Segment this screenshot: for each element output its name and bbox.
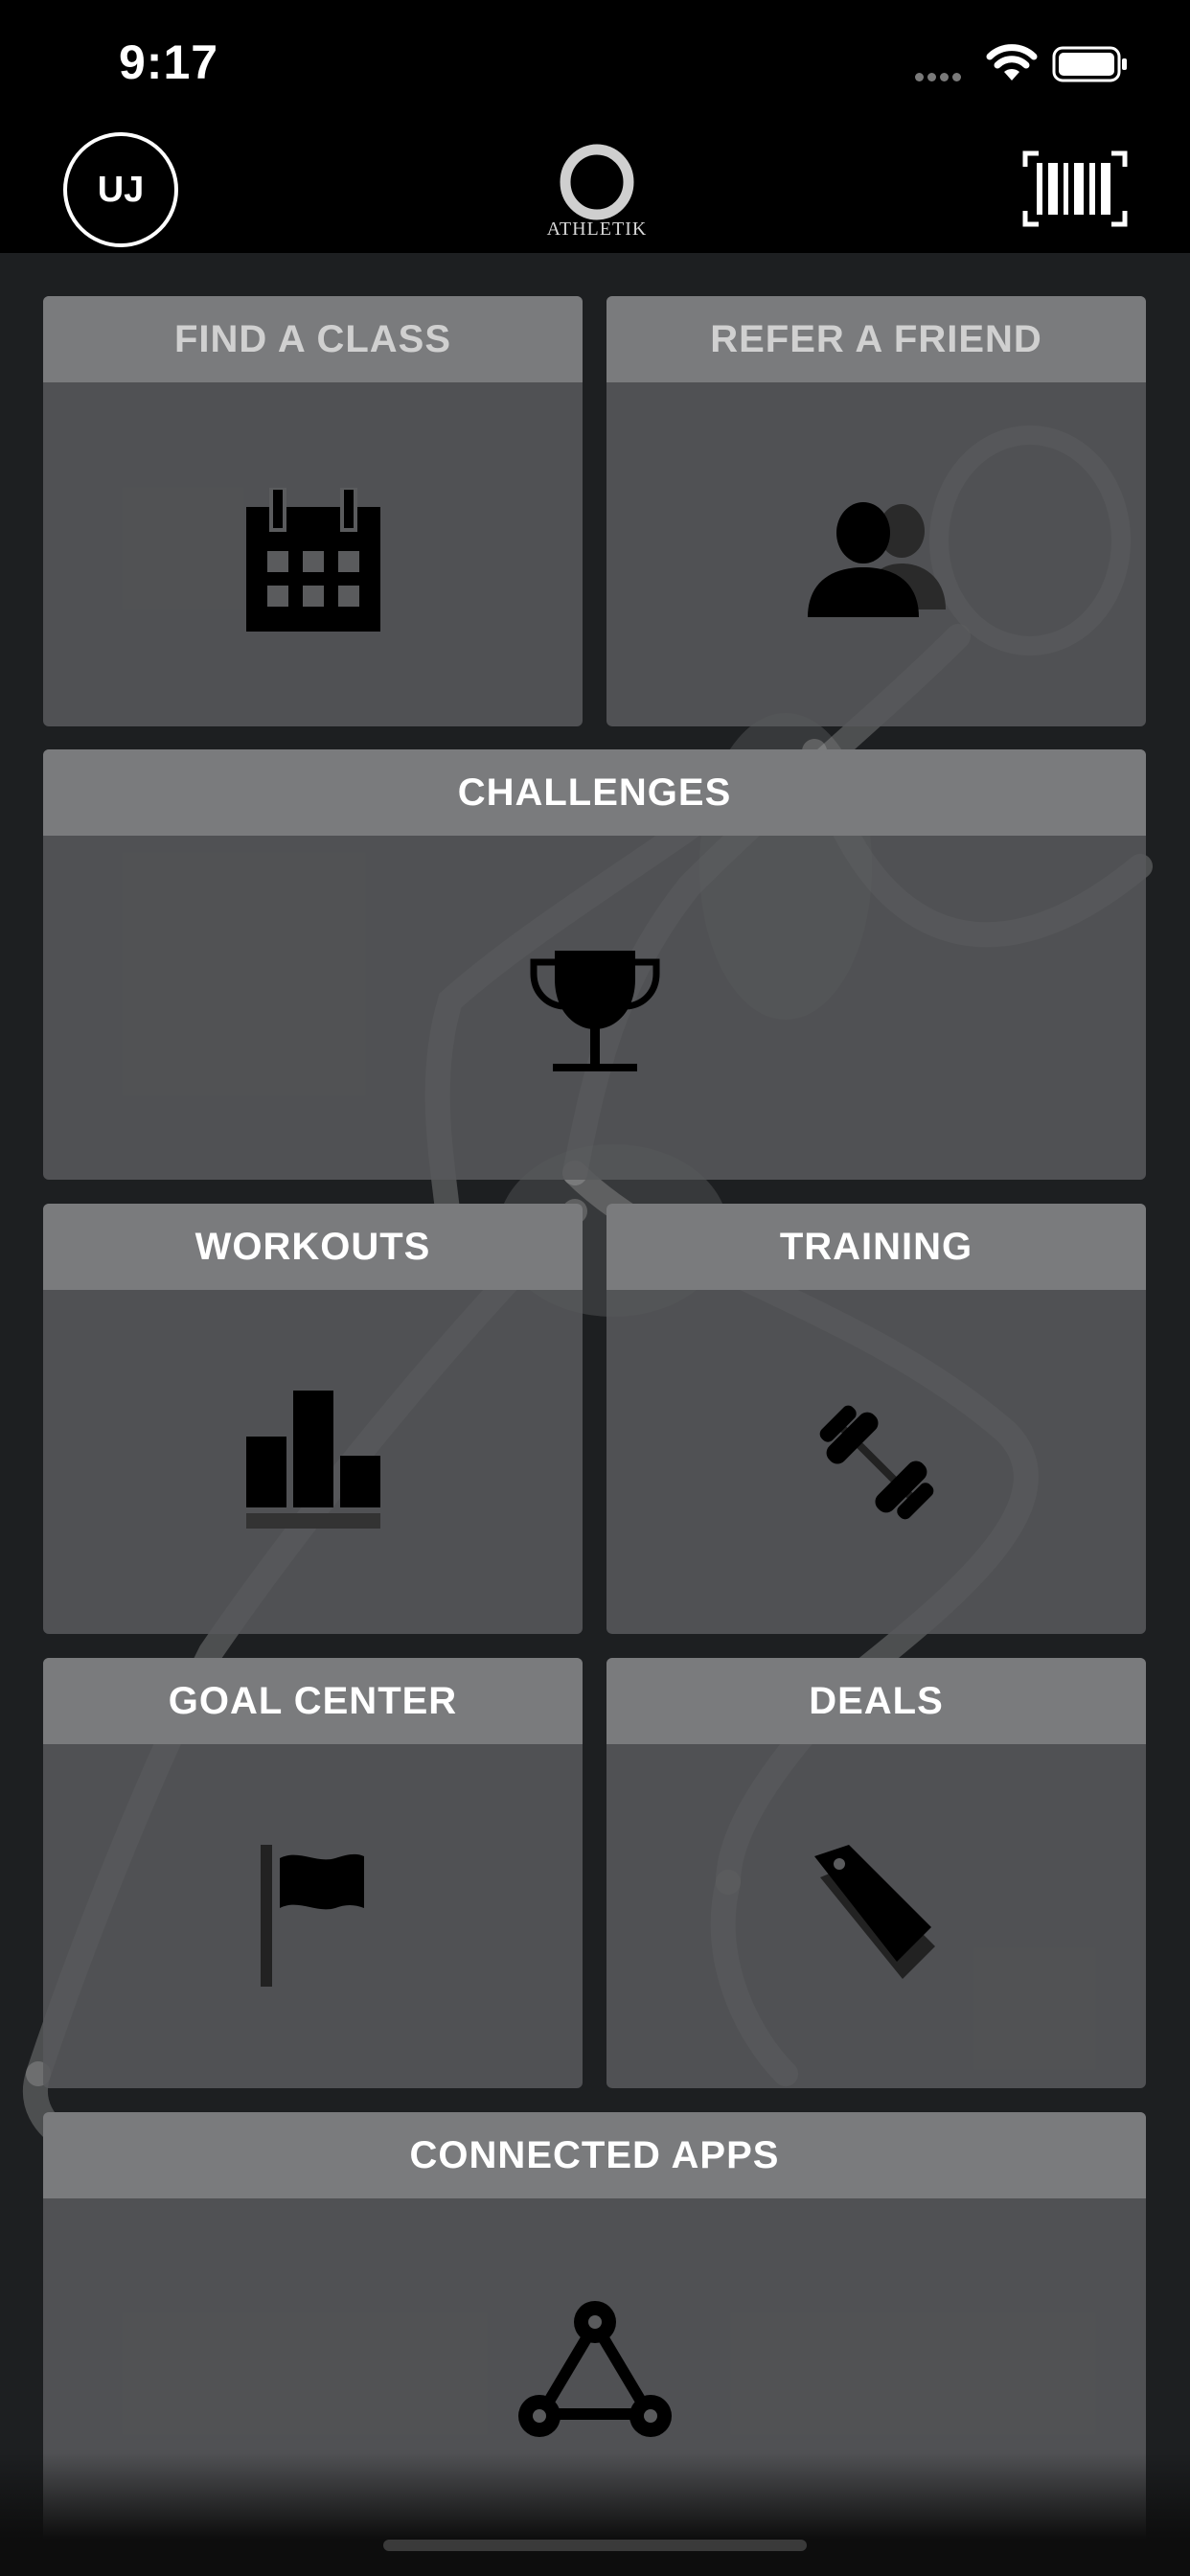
trophy-icon: [530, 951, 659, 1071]
connected-nodes-icon: [517, 2301, 672, 2437]
logo-wordmark: ATHLETIK: [546, 218, 648, 240]
tile-label-training: TRAINING: [606, 1204, 1146, 1290]
bar-chart-icon: [245, 1391, 380, 1529]
tile-label-workouts: WORKOUTS: [43, 1204, 583, 1290]
bottom-fade: [0, 2453, 1190, 2576]
barcode-icon[interactable]: [1021, 150, 1129, 228]
tile-label-goal-center: GOAL CENTER: [43, 1658, 583, 1744]
tile-label-connected-apps: CONNECTED APPS: [43, 2112, 1146, 2198]
athletik-logo-mark: [560, 144, 634, 220]
training-tile[interactable]: TRAINING: [606, 1204, 1146, 1634]
calendar-icon: [245, 488, 380, 632]
users-icon: [807, 502, 946, 617]
avatar[interactable]: UJ: [63, 132, 178, 247]
cellular-signal-icon: [915, 69, 965, 86]
wifi-icon: [986, 44, 1038, 80]
tile-label-find-a-class: FIND A CLASS: [43, 296, 583, 382]
athletik-logo: ATHLETIK: [547, 144, 646, 240]
status-time: 9:17: [119, 35, 219, 89]
refer-a-friend-tile[interactable]: REFER A FRIEND: [606, 296, 1146, 726]
tile-label-challenges: CHALLENGES: [43, 749, 1146, 836]
dashboard-grid: FIND A CLASS REFER A FRIEND CHALLENGES W…: [0, 253, 1190, 2576]
workouts-tile[interactable]: WORKOUTS: [43, 1204, 583, 1634]
flag-icon: [260, 1845, 364, 1987]
dumbbell-icon: [819, 1405, 933, 1520]
tag-icon: [813, 1845, 935, 1979]
status-bar: 9:17: [0, 0, 1190, 125]
battery-icon: [1052, 46, 1127, 82]
challenges-tile[interactable]: CHALLENGES: [43, 749, 1146, 1180]
app-header: UJ ATHLETIK: [0, 125, 1190, 253]
tile-label-refer-a-friend: REFER A FRIEND: [606, 296, 1146, 382]
home-indicator[interactable]: [383, 2540, 807, 2551]
goal-center-tile[interactable]: GOAL CENTER: [43, 1658, 583, 2088]
deals-tile[interactable]: DEALS: [606, 1658, 1146, 2088]
find-a-class-tile[interactable]: FIND A CLASS: [43, 296, 583, 726]
tile-label-deals: DEALS: [606, 1658, 1146, 1744]
